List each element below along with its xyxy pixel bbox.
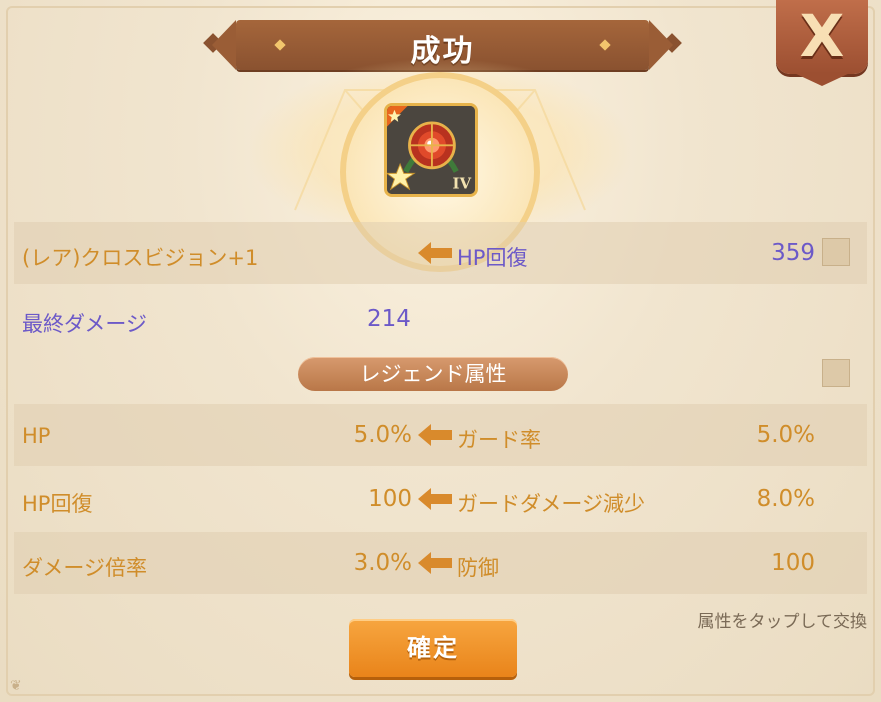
- final-damage-value: 214: [367, 306, 411, 332]
- swap-hint-text: 属性をタップして交換: [697, 612, 868, 632]
- legend-current-label: HP回復: [22, 492, 93, 516]
- final-damage-row: 最終ダメージ 214: [14, 288, 867, 350]
- arrow-left-icon: [418, 552, 452, 574]
- legend-new-label: ガードダメージ減少: [457, 492, 645, 516]
- legend-new-label: ガード率: [457, 428, 541, 452]
- legend-current-label: ダメージ倍率: [22, 556, 147, 580]
- main-option-label: HP回復: [457, 246, 528, 270]
- main-option-value: 359: [771, 240, 815, 266]
- result-popup: 成功 X IV (レア)クロスビジョン+1 HP回復 359 最終ダメージ 21…: [0, 0, 881, 702]
- item-name: (レア)クロスビジョン+1: [22, 246, 259, 270]
- main-option-checkbox[interactable]: [822, 238, 850, 266]
- arrow-left-icon: [418, 424, 452, 446]
- legend-new-label: 防御: [457, 556, 499, 580]
- legend-row[interactable]: HP 5.0% ガード率 5.0%: [14, 404, 867, 466]
- close-icon: X: [799, 2, 845, 70]
- main-stat-row: (レア)クロスビジョン+1 HP回復 359: [14, 222, 867, 284]
- legend-new-value: 8.0%: [756, 486, 815, 512]
- rare-eye-badge-icon: IV: [387, 106, 475, 194]
- confirm-button[interactable]: 確定: [349, 619, 517, 677]
- arrow-left-icon: [418, 242, 452, 264]
- item-grade-label: IV: [453, 174, 472, 192]
- close-button[interactable]: X: [776, 0, 868, 74]
- legend-attribute-header: レジェンド属性: [298, 357, 568, 391]
- item-icon[interactable]: IV: [384, 103, 478, 197]
- corner-ornament-icon: ❦: [10, 678, 22, 694]
- legend-new-value: 5.0%: [756, 422, 815, 448]
- legend-row[interactable]: HP回復 100 ガードダメージ減少 8.0%: [14, 468, 867, 530]
- legend-current-label: HP: [22, 424, 51, 448]
- legend-current-value: 100: [368, 486, 412, 512]
- legend-current-value: 3.0%: [353, 550, 412, 576]
- legend-checkbox[interactable]: [822, 359, 850, 387]
- legend-new-value: 100: [771, 550, 815, 576]
- legend-row[interactable]: ダメージ倍率 3.0% 防御 100: [14, 532, 867, 594]
- final-damage-label: 最終ダメージ: [22, 312, 147, 336]
- arrow-left-icon: [418, 488, 452, 510]
- legend-current-value: 5.0%: [353, 422, 412, 448]
